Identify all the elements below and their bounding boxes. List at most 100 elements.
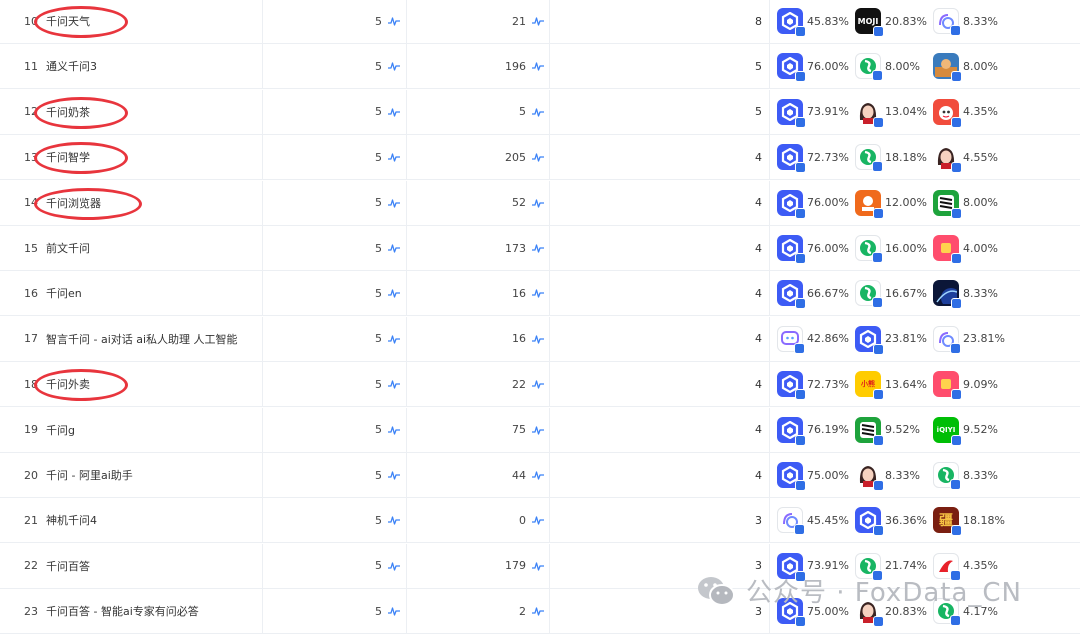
competitor-item[interactable]: 23.81%: [933, 317, 1005, 361]
app-name-cell[interactable]: 千问百答 - 智能ai专家有问必答: [46, 589, 261, 633]
trend-icon[interactable]: [388, 425, 400, 435]
trend-icon[interactable]: [532, 425, 544, 435]
tongyi-icon[interactable]: [855, 280, 883, 309]
competitor-item[interactable]: 8.33%: [933, 453, 998, 497]
table-row[interactable]: 15 前文千问 5 173 4 76.00% 16.00% 4.00%: [0, 226, 1080, 271]
qwen-icon[interactable]: [777, 371, 806, 401]
app-name-cell[interactable]: 前文千问: [46, 226, 261, 270]
competitor-item[interactable]: 45.83%: [777, 0, 849, 43]
tongyi-icon[interactable]: [933, 462, 961, 490]
competitor-item[interactable]: 8.33%: [855, 453, 920, 497]
app-name-cell[interactable]: 神机千问4: [46, 498, 261, 542]
app-name-cell[interactable]: 千问天气: [46, 0, 261, 43]
table-row[interactable]: 18 千问外卖 5 22 4 72.73% 小熊 13.64% 9.09%: [0, 362, 1080, 408]
trend-icon[interactable]: [388, 288, 400, 299]
table-row[interactable]: 13 千问智学 5 205 4 72.73% 18.18% 4.55%: [0, 135, 1080, 181]
trend-icon[interactable]: [532, 61, 544, 72]
trend-icon[interactable]: [388, 16, 400, 26]
trend-icon[interactable]: [388, 470, 400, 480]
trend-icon[interactable]: [388, 606, 400, 616]
table-row[interactable]: 11 通义千问3 5 196 5 76.00% 8.00% 8.00%: [0, 44, 1080, 90]
orange-app-icon[interactable]: [855, 189, 884, 219]
qwen-icon[interactable]: [855, 325, 884, 355]
trend-icon[interactable]: [388, 561, 400, 571]
zebra-icon[interactable]: [933, 189, 962, 219]
app-name-cell[interactable]: 千问外卖: [46, 362, 261, 406]
girl-icon[interactable]: [855, 98, 884, 128]
competitor-item[interactable]: 75.00%: [777, 453, 849, 497]
competitor-item[interactable]: 4.00%: [933, 226, 998, 270]
qwen-icon[interactable]: [777, 280, 806, 310]
trend-icon[interactable]: [532, 198, 544, 208]
calligraphy-icon[interactable]: 疆: [933, 507, 962, 537]
qwen-icon[interactable]: [777, 53, 806, 83]
doubao-icon[interactable]: [777, 507, 805, 536]
game-icon[interactable]: [933, 53, 962, 83]
trend-icon[interactable]: [388, 198, 400, 208]
competitor-item[interactable]: 16.00%: [855, 226, 927, 270]
competitor-item[interactable]: 9.52%: [855, 408, 920, 452]
competitor-item[interactable]: iQIYI 9.52%: [933, 408, 998, 452]
trend-icon[interactable]: [388, 515, 400, 526]
competitor-item[interactable]: 8.00%: [855, 44, 920, 88]
trend-icon[interactable]: [388, 334, 400, 344]
competitor-item[interactable]: 76.00%: [777, 181, 849, 225]
trend-icon[interactable]: [532, 243, 544, 253]
competitor-item[interactable]: MOJI 20.83%: [855, 0, 927, 43]
doubao-icon[interactable]: [933, 325, 961, 354]
app-name-cell[interactable]: 千问g: [46, 408, 261, 452]
competitor-item[interactable]: 76.19%: [777, 408, 849, 452]
competitor-item[interactable]: 13.04%: [855, 90, 927, 134]
trend-icon[interactable]: [532, 606, 544, 616]
competitor-item[interactable]: 76.00%: [777, 44, 849, 88]
qwen-icon[interactable]: [777, 8, 806, 37]
trend-icon[interactable]: [388, 107, 400, 117]
doubao-icon[interactable]: [933, 8, 961, 36]
competitor-item[interactable]: 72.73%: [777, 362, 849, 406]
trend-icon[interactable]: [532, 379, 544, 389]
table-row[interactable]: 19 千问g 5 75 4 76.19% 9.52% iQIYI 9.52%: [0, 407, 1080, 453]
tongyi-icon[interactable]: [855, 53, 883, 82]
trend-icon[interactable]: [532, 470, 544, 480]
competitor-item[interactable]: 76.00%: [777, 226, 849, 270]
moji-icon[interactable]: MOJI: [855, 8, 884, 37]
competitor-item[interactable]: 4.35%: [933, 90, 998, 134]
pink-app-icon[interactable]: [933, 235, 962, 264]
trend-icon[interactable]: [388, 243, 400, 253]
app-name-cell[interactable]: 千问百答: [46, 544, 261, 588]
competitor-item[interactable]: 42.86%: [777, 317, 849, 361]
competitor-item[interactable]: 72.73%: [777, 135, 849, 179]
pink-app-icon[interactable]: [933, 371, 962, 401]
competitor-item[interactable]: 疆 18.18%: [933, 498, 1005, 542]
trend-icon[interactable]: [532, 107, 544, 117]
competitor-item[interactable]: 73.91%: [777, 90, 849, 134]
trend-icon[interactable]: [532, 515, 544, 526]
competitor-item[interactable]: 16.67%: [855, 271, 927, 315]
qwen-icon[interactable]: [777, 98, 806, 128]
zebra-icon[interactable]: [855, 416, 884, 446]
iqiyi-icon[interactable]: iQIYI: [933, 416, 962, 446]
trend-icon[interactable]: [532, 334, 544, 344]
table-row[interactable]: 12 千问奶茶 5 5 5 73.91% 13.04% 4.35%: [0, 89, 1080, 135]
chatbot-icon[interactable]: [777, 325, 805, 354]
tongyi-icon[interactable]: [855, 144, 883, 173]
table-row[interactable]: 17 智言千问 - ai对话 ai私人助理 人工智能 5 16 4 42.86% 23.81…: [0, 316, 1080, 362]
app-name-cell[interactable]: 通义千问3: [46, 44, 261, 88]
planet-icon[interactable]: [933, 280, 962, 310]
competitor-item[interactable]: 66.67%: [777, 271, 849, 315]
competitor-item[interactable]: 12.00%: [855, 181, 927, 225]
app-name-cell[interactable]: 智言千问 - ai对话 ai私人助理 人工智能: [46, 317, 261, 361]
app-name-cell[interactable]: 千问en: [46, 271, 261, 315]
competitor-item[interactable]: 23.81%: [855, 317, 927, 361]
qwen-icon[interactable]: [777, 416, 806, 446]
competitor-item[interactable]: 8.33%: [933, 0, 998, 43]
table-row[interactable]: 21 神机千问4 5 0 3 45.45% 36.36% 疆 18.18%: [0, 498, 1080, 544]
qwen-icon[interactable]: [777, 144, 806, 174]
table-row[interactable]: 20 千问 - 阿里ai助手 5 44 4 75.00% 8.33% 8.33%: [0, 453, 1080, 498]
trend-icon[interactable]: [388, 379, 400, 389]
trend-icon[interactable]: [532, 561, 544, 571]
trend-icon[interactable]: [532, 288, 544, 299]
app-name-cell[interactable]: 千问智学: [46, 135, 261, 179]
competitor-item[interactable]: 9.09%: [933, 362, 998, 406]
competitor-item[interactable]: 36.36%: [855, 498, 927, 542]
